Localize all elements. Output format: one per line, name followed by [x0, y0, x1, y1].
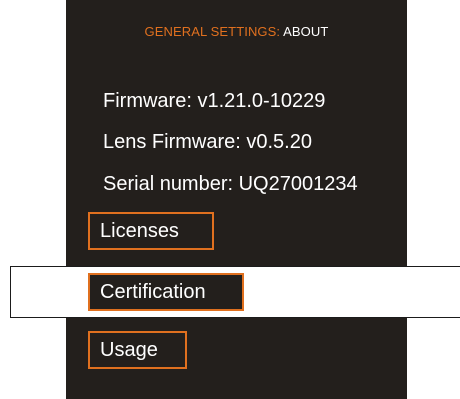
settings-section-label: GENERAL SETTINGS: [144, 24, 281, 39]
page-name-label: ABOUT [283, 24, 329, 39]
certification-button[interactable]: Certification [88, 273, 244, 311]
lens-firmware-version: Lens Firmware: v0.5.20 [103, 131, 312, 153]
serial-number: Serial number: UQ27001234 [103, 173, 358, 195]
page-title: GENERAL SETTINGS: ABOUT [66, 24, 407, 39]
firmware-version: Firmware: v1.21.0-10229 [103, 90, 326, 112]
usage-button[interactable]: Usage [88, 331, 187, 369]
licenses-button[interactable]: Licenses [88, 212, 214, 250]
